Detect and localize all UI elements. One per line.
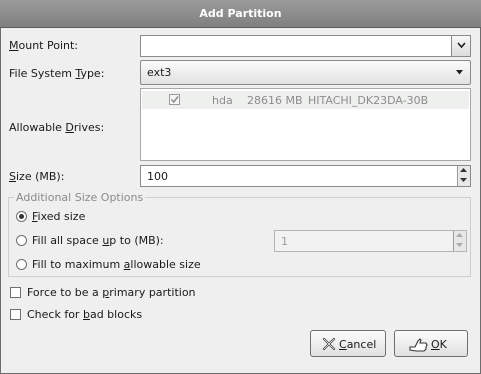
spin-up-icon[interactable]	[456, 233, 463, 238]
fill-upto-radio[interactable]	[16, 235, 27, 246]
drive-size: 28616 MB	[247, 94, 303, 107]
drive-checkbox[interactable]	[169, 94, 180, 105]
primary-partition-checkbox[interactable]	[10, 287, 21, 298]
fill-upto-value: 1	[281, 235, 288, 248]
drive-name: hda	[212, 94, 233, 107]
drive-model: HITACHI_DK23DA-30B	[308, 94, 429, 107]
bad-blocks-checkbox[interactable]	[10, 309, 21, 320]
fill-max-label[interactable]: Fill to maximum allowable size	[32, 258, 201, 271]
check-mark-icon	[170, 96, 179, 104]
bad-blocks-label[interactable]: Check for bad blocks	[27, 308, 142, 321]
drives-label: Allowable Drives:	[9, 121, 105, 134]
triangle-down-icon	[456, 70, 463, 75]
fill-upto-spin-arrows[interactable]	[453, 231, 466, 251]
fill-max-radio[interactable]	[16, 259, 27, 270]
size-spinbutton[interactable]: 100	[140, 165, 471, 187]
ok-label: OK	[431, 338, 447, 351]
ok-button[interactable]: OK	[394, 330, 468, 357]
fs-type-value: ext3	[147, 66, 172, 79]
cancel-label: Cancel	[339, 338, 377, 351]
spin-down-icon[interactable]	[456, 243, 463, 248]
fs-type-label: File System Type:	[9, 67, 105, 80]
primary-partition-label[interactable]: Force to be a primary partition	[27, 286, 196, 299]
group-legend: Additional Size Options	[14, 191, 146, 204]
mount-point-dropdown-button[interactable]	[451, 36, 470, 56]
mount-point-combo[interactable]	[140, 35, 471, 57]
fixed-size-radio[interactable]	[16, 211, 27, 222]
ok-hand-icon	[409, 338, 428, 352]
spin-down-icon[interactable]	[460, 178, 467, 183]
window-title: Add Partition	[199, 7, 282, 20]
size-spin-arrows[interactable]	[457, 166, 470, 186]
drives-list[interactable]: hda 28616 MB HITACHI_DK23DA-30B	[140, 88, 471, 161]
mount-point-input[interactable]	[141, 36, 450, 56]
size-value[interactable]: 100	[147, 170, 168, 183]
fill-upto-spinbutton[interactable]: 1	[274, 230, 467, 252]
title-bar: Add Partition	[0, 0, 481, 28]
spin-up-icon[interactable]	[460, 168, 467, 173]
size-label: Size (MB):	[9, 170, 65, 183]
fixed-size-label[interactable]: Fixed size	[32, 210, 85, 223]
cancel-button[interactable]: Cancel	[310, 330, 386, 357]
fill-upto-label[interactable]: Fill all space up to (MB):	[32, 234, 164, 247]
mount-point-label: Mount Point:	[9, 39, 79, 52]
drive-row[interactable]: hda 28616 MB HITACHI_DK23DA-30B	[142, 91, 469, 109]
fs-type-select[interactable]: ext3	[140, 60, 471, 85]
chevron-down-icon	[457, 42, 466, 49]
cancel-x-icon	[322, 337, 336, 351]
